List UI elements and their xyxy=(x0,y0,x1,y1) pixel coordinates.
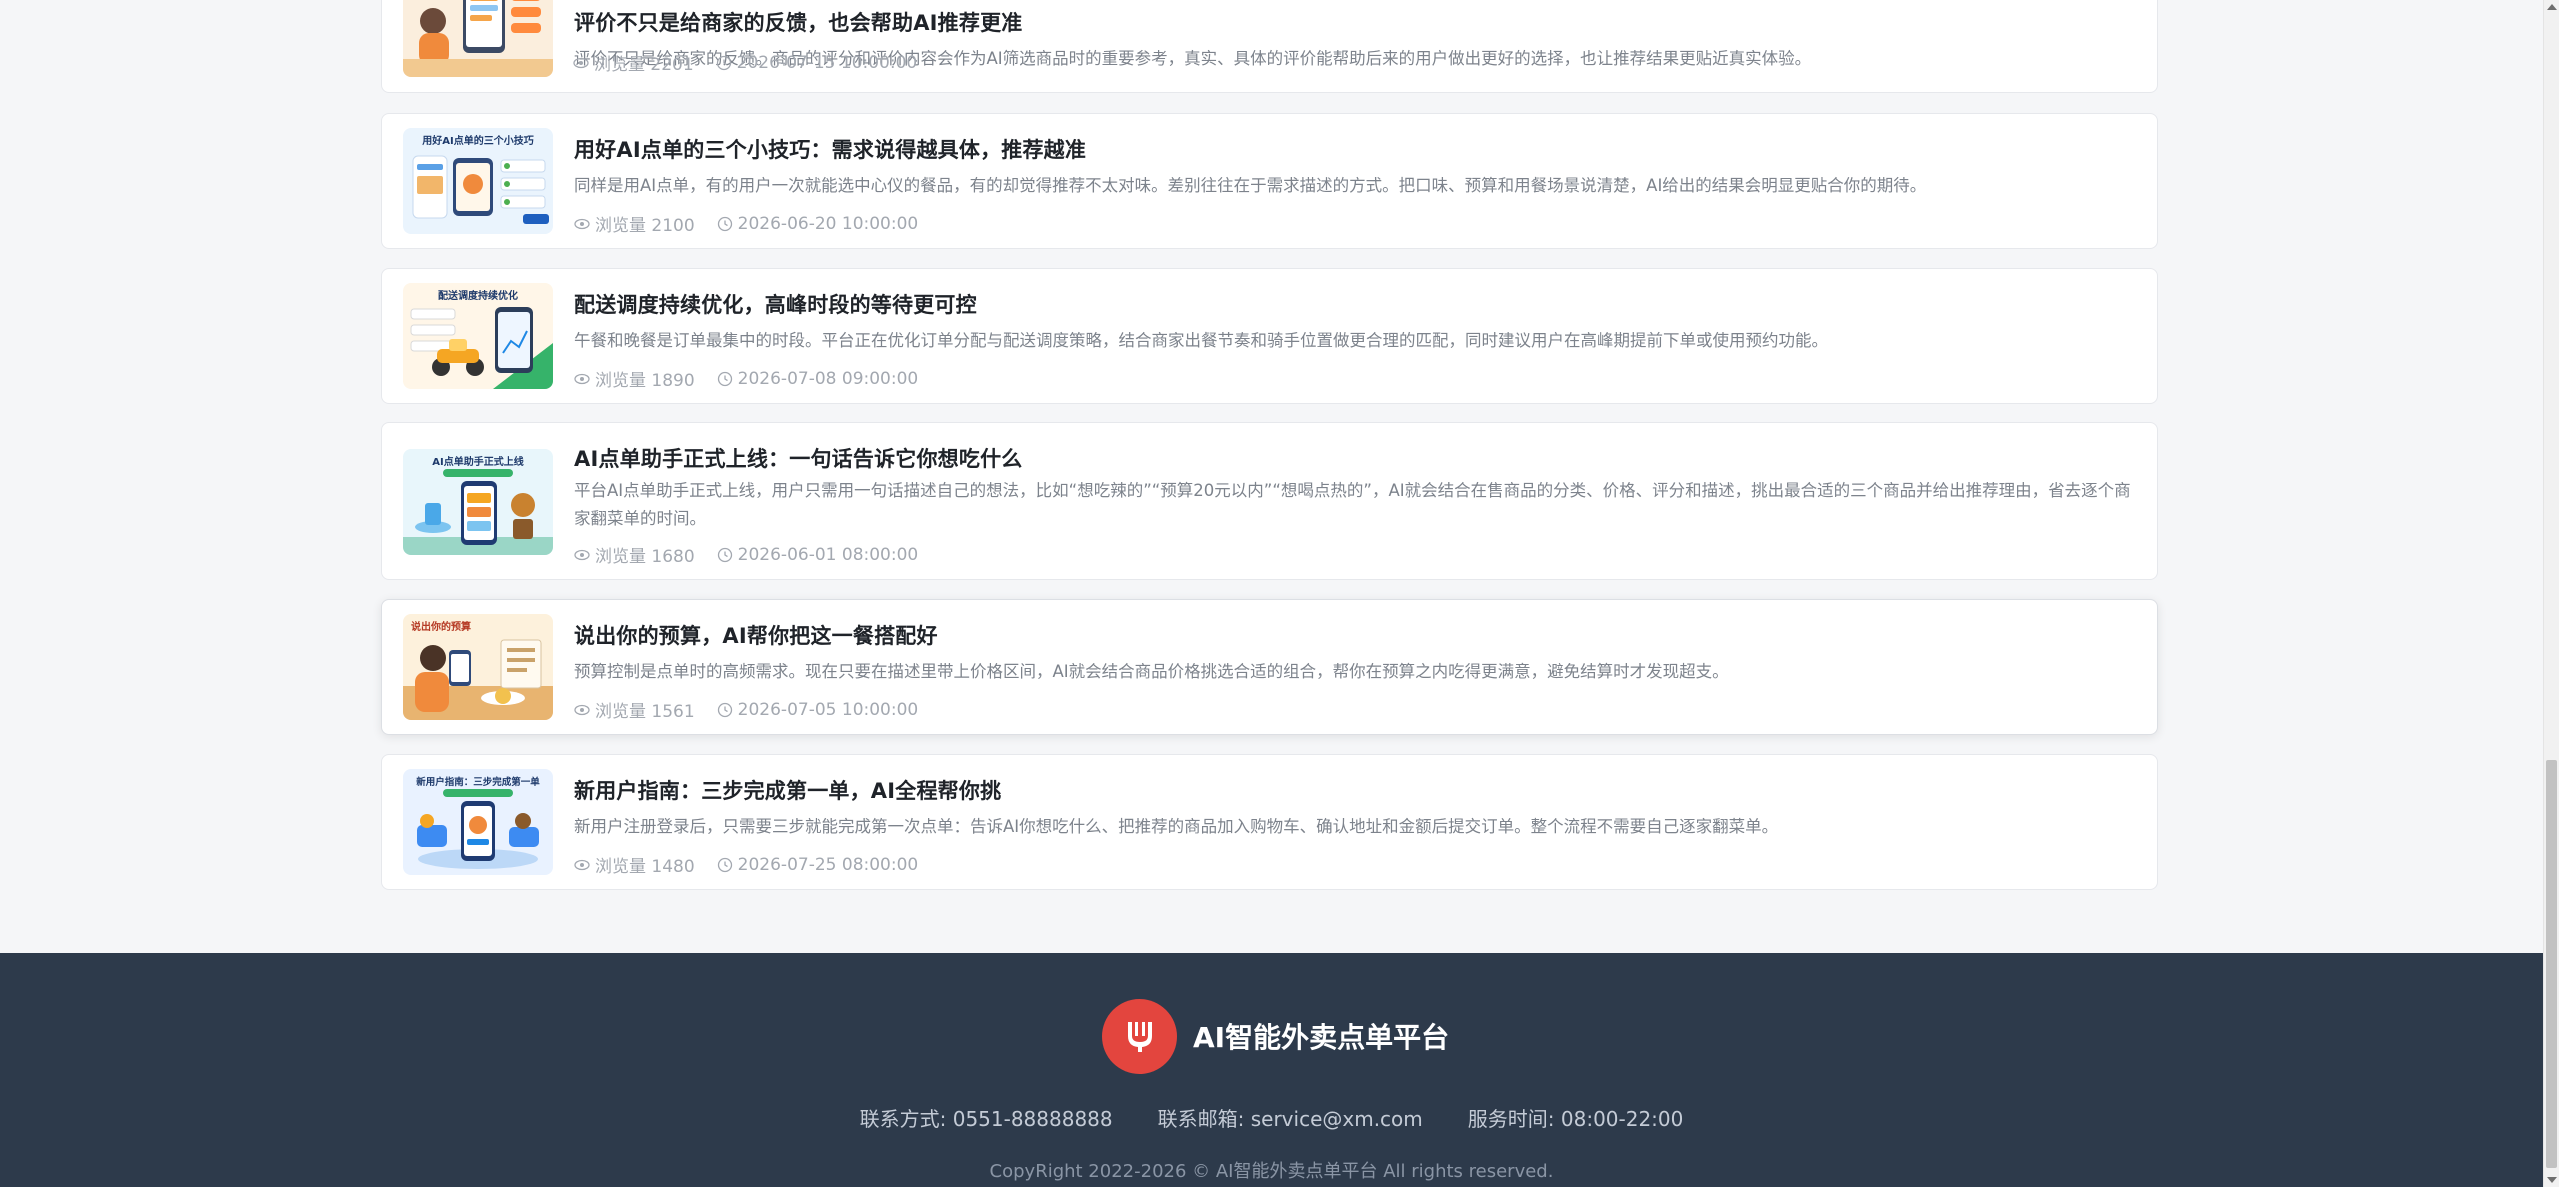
review-illustration-icon xyxy=(403,0,553,77)
eye-icon xyxy=(574,859,590,870)
article-thumbnail: 说出你的预算 xyxy=(403,614,553,720)
scroll-down-arrow-icon[interactable] xyxy=(2547,1177,2557,1183)
thumb-caption: AI点单助手正式上线 xyxy=(432,455,523,468)
view-count: 浏览量 1680 xyxy=(595,547,695,567)
page-scrollbar[interactable] xyxy=(2543,0,2559,1187)
article-thumbnail: 新用户指南：三步完成第一单 xyxy=(403,769,553,875)
contact-phone: 联系方式: 0551-88888888 xyxy=(859,1107,1113,1131)
article-meta: 浏览量 1680 2026-06-01 08:00:00 xyxy=(574,542,918,567)
scroll-up-arrow-icon[interactable] xyxy=(2547,4,2557,10)
article-meta: 浏览量 1890 2026-07-08 09:00:00 xyxy=(574,366,918,391)
article-summary: 同样是用AI点单，有的用户一次就能选中心仪的餐品，有的却觉得推荐不太对味。差别往… xyxy=(574,176,1927,195)
delivery-illustration-icon: 配送调度持续优化 xyxy=(403,283,553,389)
clock-icon xyxy=(717,857,732,872)
clock-icon xyxy=(717,371,732,386)
article-title[interactable]: 配送调度持续优化，高峰时段的等待更可控 xyxy=(574,289,2137,319)
eye-icon xyxy=(574,549,590,560)
service-hours: 服务时间: 08:00-22:00 xyxy=(1467,1107,1684,1131)
article-summary: 平台AI点单助手正式上线，用户只需用一句话描述自己的想法，比如“想吃辣的”“预算… xyxy=(574,481,2131,528)
article-title[interactable]: AI点单助手正式上线：一句话告诉它你想吃什么 xyxy=(574,443,2137,473)
clock-icon xyxy=(716,55,731,70)
article-meta: 浏览量 1480 2026-07-25 08:00:00 xyxy=(574,852,918,877)
eye-icon xyxy=(574,218,590,229)
article-meta: 浏览量 2100 2026-06-20 10:00:00 xyxy=(574,211,918,236)
page: 评价不只是给商家的反馈，也会帮助AI推荐更准 评价不只是给商家的反馈。商品的评分… xyxy=(0,0,2559,1187)
assistant-illustration-icon: AI点单助手正式上线 xyxy=(403,449,553,555)
footer-brand-name: AI智能外卖点单平台 xyxy=(1193,1021,1450,1054)
publish-date: 2026-07-05 10:00:00 xyxy=(737,699,919,720)
thumb-caption: 说出你的预算 xyxy=(411,620,471,633)
thumb-caption: 新用户指南：三步完成第一单 xyxy=(416,776,540,788)
tips-illustration-icon: 用好AI点单的三个小技巧 xyxy=(403,128,553,234)
publish-date: 2026-07-25 08:00:00 xyxy=(737,854,919,875)
guide-illustration-icon: 新用户指南：三步完成第一单 xyxy=(403,769,553,875)
article-card[interactable]: 配送调度持续优化 配送调度持续优化，高峰时段的等待更可控 午餐和晚餐是订单最集中… xyxy=(381,268,2158,404)
article-title[interactable]: 说出你的预算，AI帮你把这一餐搭配好 xyxy=(574,620,2137,650)
article-title[interactable]: 用好AI点单的三个小技巧：需求说得越具体，推荐越准 xyxy=(574,134,2137,164)
article-title[interactable]: 新用户指南：三步完成第一单，AI全程帮你挑 xyxy=(574,775,2137,805)
eye-icon xyxy=(573,57,589,68)
clock-icon xyxy=(717,547,732,562)
budget-illustration-icon: 说出你的预算 xyxy=(403,614,553,720)
view-count: 浏览量 2201 xyxy=(594,55,694,75)
clock-icon xyxy=(717,216,732,231)
view-count: 浏览量 1480 xyxy=(595,857,695,877)
article-thumbnail xyxy=(403,0,553,77)
article-thumbnail: AI点单助手正式上线 xyxy=(403,449,553,555)
view-count: 浏览量 2100 xyxy=(595,216,695,236)
article-title[interactable]: 评价不只是给商家的反馈，也会帮助AI推荐更准 xyxy=(574,7,2137,37)
article-summary: 午餐和晚餐是订单最集中的时段。平台正在优化订单分配与配送调度策略，结合商家出餐节… xyxy=(574,331,1828,350)
article-card[interactable]: 用好AI点单的三个小技巧 用好AI点单的三个小技巧：需求说得越具体，推荐越准 同… xyxy=(381,113,2158,249)
publish-date: 2026-06-01 08:00:00 xyxy=(737,544,919,565)
article-card[interactable]: 新用户指南：三步完成第一单 新用户指南：三步完成第一单，AI全程帮你挑 新用户注… xyxy=(381,754,2158,890)
article-meta: 浏览量 1561 2026-07-05 10:00:00 xyxy=(574,697,918,722)
eye-icon xyxy=(574,704,590,715)
copyright-text: CopyRight 2022-2026 © AI智能外卖点单平台 All rig… xyxy=(989,1161,1554,1182)
fork-knife-icon xyxy=(1102,998,1177,1074)
view-count: 浏览量 1890 xyxy=(595,371,695,391)
publish-date: 2026-07-08 09:00:00 xyxy=(737,368,919,389)
article-thumbnail: 配送调度持续优化 xyxy=(403,283,553,389)
article-summary: 预算控制是点单时的高频需求。现在只要在描述里带上价格区间，AI就会结合商品价格挑… xyxy=(574,662,1729,681)
site-footer: AI智能外卖点单平台 联系方式: 0551-88888888 联系邮箱: ser… xyxy=(0,953,2543,1187)
clock-icon xyxy=(717,702,732,717)
footer-contacts: 联系方式: 0551-88888888 联系邮箱: service@xm.com… xyxy=(0,1103,2543,1132)
article-meta: 浏览量 2201 2026-07-15 10:00:00 xyxy=(573,50,917,75)
contact-email[interactable]: 联系邮箱: service@xm.com xyxy=(1158,1103,1423,1132)
article-card[interactable]: 说出你的预算 说出你的预算，AI帮你把这一餐搭配好 预算控制是点单时的高频需求。… xyxy=(381,599,2158,735)
view-count: 浏览量 1561 xyxy=(595,702,695,722)
thumb-caption: 配送调度持续优化 xyxy=(438,289,518,302)
article-thumbnail: 用好AI点单的三个小技巧 xyxy=(403,128,553,234)
article-card[interactable]: AI点单助手正式上线 AI点单助手正式上线：一句话告诉它你想吃什么 平台AI点单… xyxy=(381,422,2158,580)
scrollbar-thumb[interactable] xyxy=(2546,760,2557,1168)
publish-date: 2026-06-20 10:00:00 xyxy=(737,213,919,234)
publish-date: 2026-07-15 10:00:00 xyxy=(736,52,918,73)
thumb-caption: 用好AI点单的三个小技巧 xyxy=(421,134,533,147)
footer-brand[interactable]: AI智能外卖点单平台 xyxy=(1102,998,1449,1074)
article-card[interactable]: 评价不只是给商家的反馈，也会帮助AI推荐更准 评价不只是给商家的反馈。商品的评分… xyxy=(381,0,2158,93)
article-summary: 新用户注册登录后，只需要三步就能完成第一次点单：告诉AI你想吃什么、把推荐的商品… xyxy=(574,817,1779,836)
eye-icon xyxy=(574,373,590,384)
